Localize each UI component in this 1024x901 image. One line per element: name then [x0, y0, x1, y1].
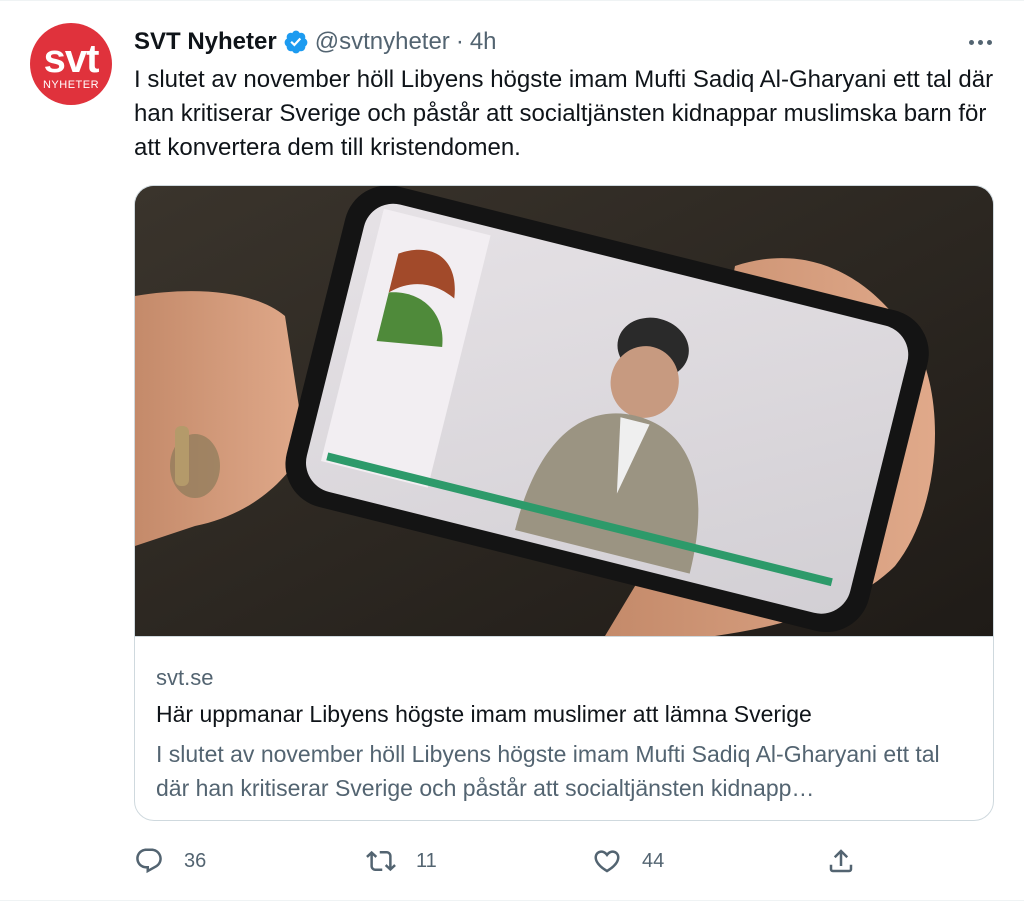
reply-count: 36 [184, 849, 207, 872]
retweet-button[interactable]: 11 [366, 841, 437, 881]
timestamp[interactable]: 4h [470, 28, 497, 56]
more-icon[interactable] [962, 29, 998, 55]
tweet: svt NYHETER SVT Nyheter @svtnyheter · 4h… [0, 0, 1024, 901]
tweet-header: SVT Nyheter @svtnyheter · 4h [134, 25, 497, 59]
card-image[interactable] [135, 186, 993, 636]
card-description: I slutet av november höll Libyens högste… [156, 741, 940, 801]
like-count: 44 [642, 849, 665, 872]
action-bar: 36 11 44 [134, 841, 994, 881]
card-domain: svt.se [156, 665, 214, 690]
reply-button[interactable]: 36 [134, 841, 206, 881]
phone-video-photo [135, 186, 993, 636]
reply-icon [136, 848, 162, 874]
more-dot [977, 39, 983, 45]
tweet-text: I slutet av november höll Libyens högste… [134, 66, 994, 161]
share-button[interactable] [826, 841, 856, 881]
handle[interactable]: @svtnyheter [315, 28, 450, 56]
link-card[interactable]: svt.se Här uppmanar Libyens högste imam … [134, 185, 994, 821]
avatar[interactable]: svt NYHETER [30, 23, 112, 105]
avatar-logo-subtext: NYHETER [42, 79, 100, 91]
retweet-icon [366, 850, 396, 872]
separator-dot: · [455, 28, 464, 55]
card-title: Här uppmanar Libyens högste imam muslime… [156, 701, 812, 727]
retweet-count: 11 [416, 849, 437, 872]
more-dot [968, 39, 974, 45]
display-name[interactable]: SVT Nyheter [134, 28, 277, 56]
like-icon [594, 850, 620, 873]
more-dot [986, 39, 992, 45]
like-button[interactable]: 44 [592, 841, 664, 881]
card-meta: svt.se Här uppmanar Libyens högste imam … [135, 636, 993, 820]
avatar-logo-text: svt [43, 37, 100, 81]
share-icon [829, 849, 853, 873]
verified-badge-icon [284, 30, 308, 54]
